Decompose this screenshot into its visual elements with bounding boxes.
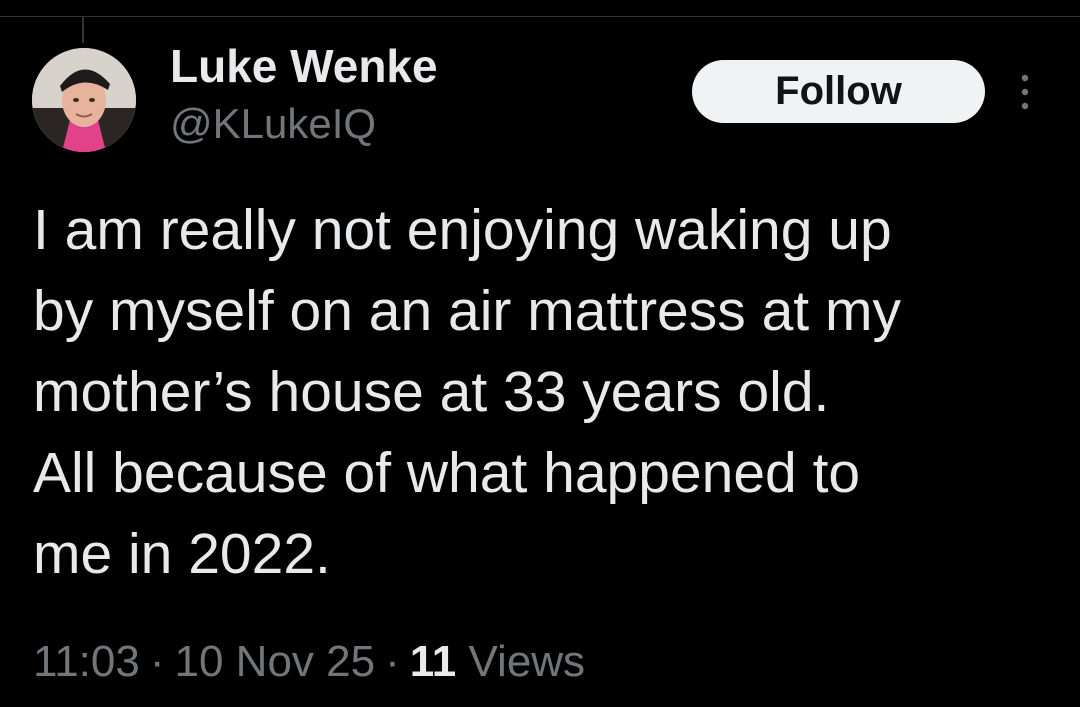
more-vertical-icon[interactable]	[1010, 68, 1040, 116]
avatar[interactable]	[32, 48, 136, 152]
views-label: Views	[468, 637, 586, 686]
meta-separator: ·	[385, 637, 400, 686]
tweet-time[interactable]: 11:03	[33, 637, 140, 686]
tweet-text: I am really not enjoying waking up by my…	[33, 198, 901, 586]
author-display-name[interactable]: Luke Wenke	[170, 38, 438, 94]
follow-button[interactable]: Follow	[692, 60, 985, 123]
top-divider	[0, 16, 1080, 17]
follow-button-label: Follow	[775, 69, 902, 113]
views-count[interactable]: 11	[410, 637, 457, 686]
tweet-metadata: 11:03 · 10 Nov 25 · 11 Views	[33, 634, 585, 690]
thread-connector-line	[82, 17, 84, 43]
meta-separator: ·	[149, 637, 165, 686]
avatar-photo-icon	[32, 48, 136, 152]
author-handle[interactable]: @KLukeIQ	[170, 98, 376, 150]
tweet-date[interactable]: 10 Nov 25	[175, 637, 376, 686]
